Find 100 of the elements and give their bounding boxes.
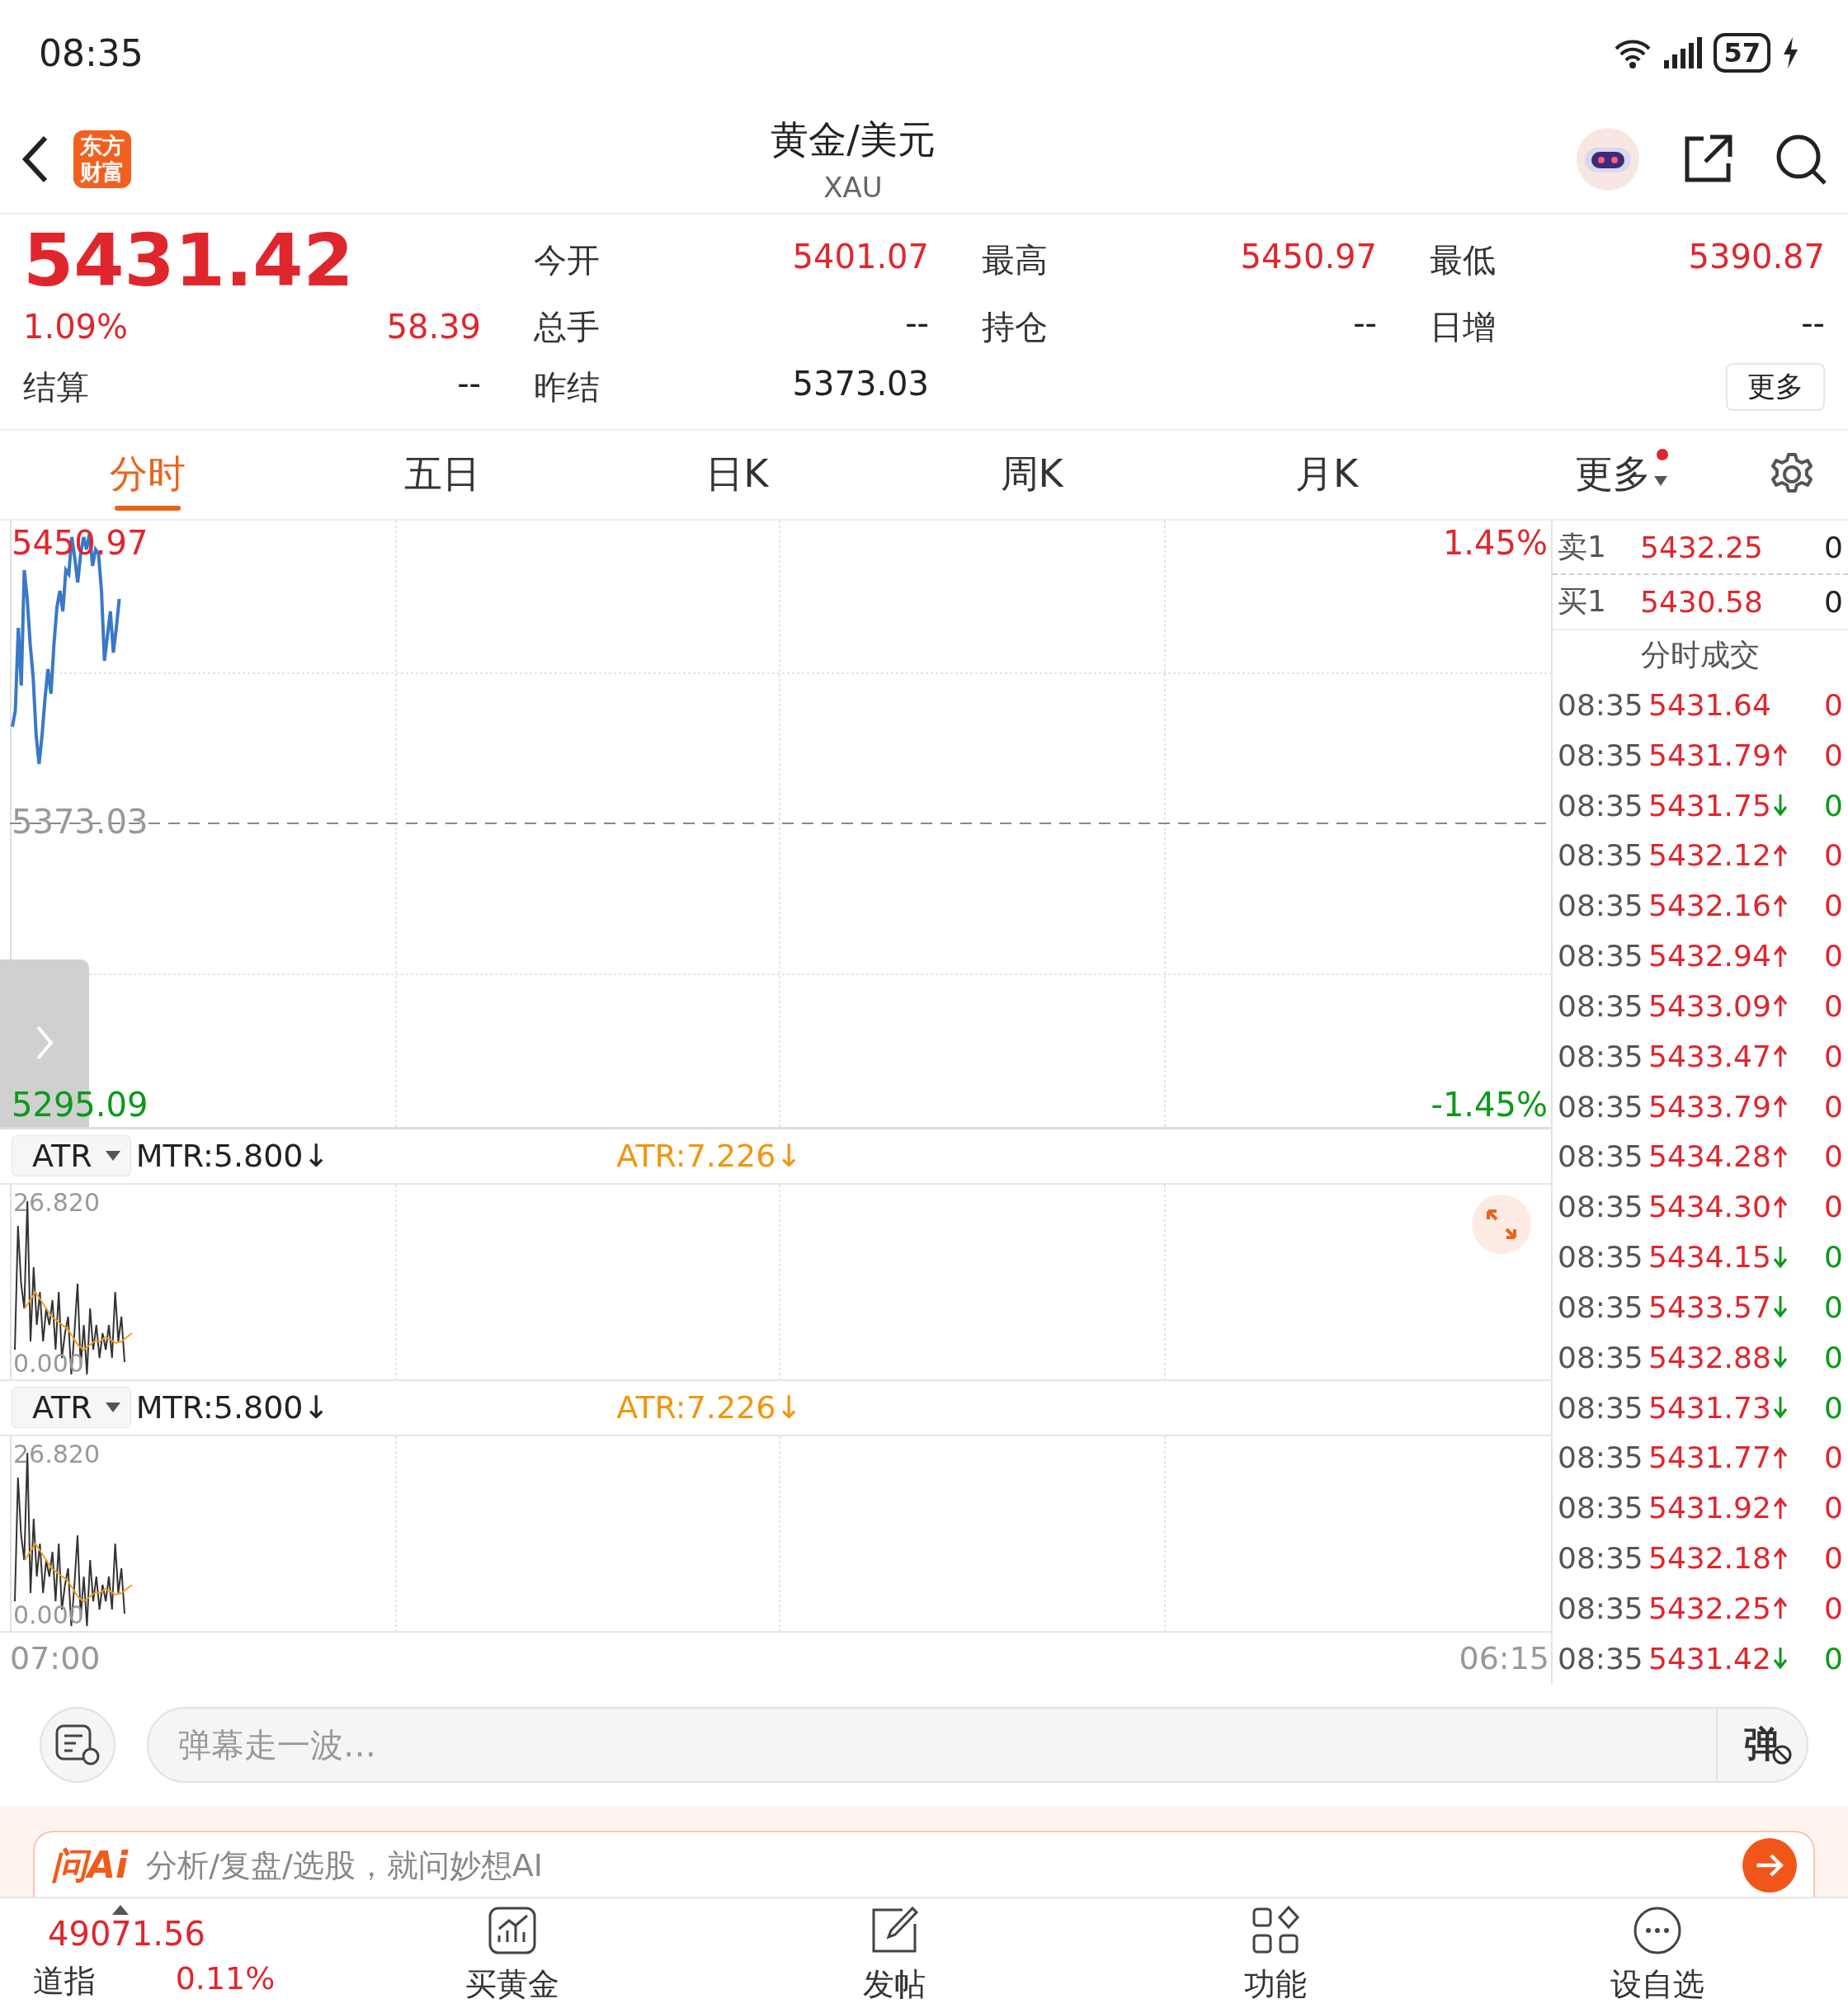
trade-volume: 0 bbox=[1824, 1641, 1843, 1676]
quote-label: 昨结 bbox=[534, 366, 600, 408]
ai-ask-bar[interactable]: 问Ai 分析/复盘/选股，就问妙想AI bbox=[33, 1831, 1815, 1899]
robot-avatar-icon[interactable] bbox=[1575, 126, 1641, 193]
ai-placeholder: 分析/复盘/选股，就问妙想AI bbox=[146, 1846, 544, 1885]
down-arrow-icon bbox=[1772, 1397, 1788, 1419]
up-arrow-icon bbox=[1772, 1547, 1788, 1569]
charging-icon bbox=[1782, 37, 1798, 69]
trade-volume: 0 bbox=[1824, 1240, 1843, 1275]
axis-max-label: 26.820 bbox=[13, 1187, 100, 1217]
battery-indicator: 57 bbox=[1714, 33, 1770, 73]
quote-value: -- bbox=[905, 304, 929, 344]
trade-time: 08:35 bbox=[1558, 1591, 1644, 1625]
trade-volume: 0 bbox=[1824, 1390, 1843, 1425]
trade-price: 5433.57 bbox=[1648, 1289, 1771, 1324]
quote-value: -- bbox=[1353, 304, 1377, 344]
comment-field[interactable]: 弹幕走一波… 弹 bbox=[147, 1706, 1808, 1783]
trade-volume: 0 bbox=[1824, 1289, 1843, 1324]
status-time: 08:35 bbox=[39, 31, 144, 74]
trade-time: 08:35 bbox=[1558, 738, 1644, 772]
trade-time: 08:35 bbox=[1558, 1139, 1644, 1174]
danmaku-toggle[interactable]: 弹 bbox=[1716, 1708, 1807, 1781]
page-title: 黄金/美元 bbox=[771, 116, 936, 164]
trade-price: 5432.16 bbox=[1648, 889, 1771, 923]
trade-volume: 0 bbox=[1824, 1340, 1843, 1374]
more-button[interactable]: 更多 bbox=[1726, 363, 1825, 412]
up-arrow-icon bbox=[1772, 1597, 1788, 1619]
nav-item[interactable]: 买黄金 bbox=[322, 1898, 704, 2013]
trade-price: 5431.77 bbox=[1648, 1440, 1771, 1475]
expand-icon[interactable] bbox=[1472, 1194, 1531, 1254]
trade-price: 5432.88 bbox=[1648, 1340, 1771, 1374]
low-price-label: 5295.09 bbox=[12, 1085, 148, 1124]
up-arrow-icon bbox=[1772, 1497, 1788, 1519]
trade-price: 5431.42 bbox=[1648, 1641, 1771, 1676]
atr-value: ATR:7.226↓ bbox=[616, 1138, 803, 1175]
quote-label: 日增 bbox=[1430, 306, 1496, 347]
trade-volume: 0 bbox=[1824, 1139, 1843, 1174]
ai-logo: 问Ai bbox=[51, 1842, 129, 1888]
trade-time: 08:35 bbox=[1558, 838, 1644, 873]
trade-price: 5431.64 bbox=[1648, 688, 1771, 722]
axis-max-label: 26.820 bbox=[13, 1439, 100, 1468]
caret-icon bbox=[112, 1905, 129, 1916]
base-price-label: 5373.03 bbox=[12, 802, 148, 841]
trade-time: 08:35 bbox=[1558, 889, 1644, 923]
change-amount: 58.39 bbox=[386, 308, 481, 346]
trade-time: 08:35 bbox=[1558, 939, 1644, 974]
trade-volume: 0 bbox=[1824, 988, 1843, 1023]
nav-item[interactable]: 发帖 bbox=[703, 1898, 1085, 2013]
down-arrow-icon bbox=[1772, 1296, 1788, 1318]
trade-time: 08:35 bbox=[1558, 988, 1644, 1023]
level-price: 5432.25 bbox=[1640, 530, 1764, 564]
nav-item[interactable]: 功能 bbox=[1085, 1898, 1467, 2013]
up-arrow-icon bbox=[1772, 945, 1788, 967]
trade-time: 08:35 bbox=[1558, 1240, 1644, 1275]
chart-tab[interactable]: 日K bbox=[589, 430, 884, 519]
trade-volume: 0 bbox=[1824, 1039, 1843, 1073]
quote-value: 5373.03 bbox=[792, 364, 929, 404]
chart-tab[interactable]: 周K bbox=[884, 430, 1180, 519]
chart-tab[interactable]: 月K bbox=[1179, 430, 1474, 519]
atr-value: ATR:7.226↓ bbox=[616, 1389, 803, 1426]
level-price: 5430.58 bbox=[1640, 585, 1764, 620]
indicator-dropdown[interactable]: ATR bbox=[12, 1387, 131, 1429]
high-percent-label: 1.45% bbox=[1442, 523, 1548, 562]
apps-icon bbox=[1251, 1906, 1301, 1956]
quote-value: 5450.97 bbox=[1240, 238, 1377, 278]
trade-price: 5431.73 bbox=[1648, 1390, 1771, 1425]
search-icon[interactable] bbox=[1775, 133, 1827, 186]
change-percent: 1.09% bbox=[23, 308, 129, 346]
nav-item[interactable]: 设自选 bbox=[1466, 1898, 1848, 2013]
last-price: 5431.42 bbox=[23, 224, 355, 297]
trade-price: 5433.09 bbox=[1648, 988, 1771, 1023]
quote-label: 今开 bbox=[534, 240, 600, 281]
up-arrow-icon bbox=[1772, 1045, 1788, 1068]
quote-value: 5401.07 bbox=[792, 238, 929, 278]
quote-label: 最高 bbox=[982, 240, 1048, 281]
chart-tab[interactable]: 更多 bbox=[1473, 430, 1769, 519]
trade-volume: 0 bbox=[1824, 1591, 1843, 1625]
index-ticker[interactable]: 49071.56 道指 0.11% bbox=[0, 1898, 322, 2013]
trade-time: 08:35 bbox=[1558, 788, 1644, 823]
trade-time: 08:35 bbox=[1558, 1289, 1644, 1324]
trade-time: 08:35 bbox=[1558, 1039, 1644, 1073]
trades-title: 分时成交 bbox=[1641, 636, 1760, 673]
trade-time: 08:35 bbox=[1558, 1541, 1644, 1576]
level-label: 买1 bbox=[1558, 583, 1607, 620]
trade-time: 08:35 bbox=[1558, 1491, 1644, 1525]
trade-time: 08:35 bbox=[1558, 1440, 1644, 1475]
trade-price: 5432.94 bbox=[1648, 939, 1771, 974]
dropdown-icon bbox=[1654, 476, 1668, 487]
chart-tab[interactable]: 五日 bbox=[295, 430, 590, 519]
mtr-value: MTR:5.800↓ bbox=[135, 1138, 330, 1175]
quote-value: -- bbox=[1801, 304, 1825, 344]
quote-label: 持仓 bbox=[982, 306, 1048, 347]
dropdown-icon bbox=[105, 1151, 120, 1162]
indicator-dropdown[interactable]: ATR bbox=[12, 1135, 131, 1177]
up-arrow-icon bbox=[1772, 1096, 1788, 1118]
trade-price: 5434.15 bbox=[1648, 1240, 1771, 1275]
level-volume: 0 bbox=[1824, 530, 1843, 564]
trade-volume: 0 bbox=[1824, 688, 1843, 722]
dropdown-icon bbox=[105, 1402, 120, 1413]
trade-price: 5432.12 bbox=[1648, 838, 1771, 873]
